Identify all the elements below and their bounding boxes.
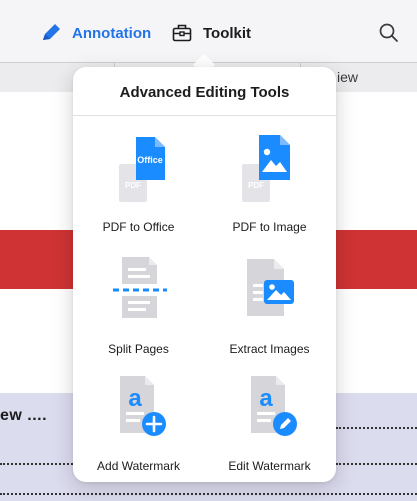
pdf-to-image-label: PDF to Image [232, 220, 307, 234]
split-pages-icon [113, 257, 167, 318]
search-button[interactable] [377, 21, 401, 45]
edit-watermark-button[interactable]: a Edit Watermark [204, 371, 335, 481]
pdf-to-image-button[interactable]: PDF PDF to Image [204, 132, 335, 242]
add-watermark-icon: a [120, 376, 166, 436]
annotation-label: Annotation [72, 24, 152, 42]
watermark-letter: a [259, 385, 273, 412]
add-watermark-label: Add Watermark [97, 459, 180, 473]
toolbox-icon [172, 24, 192, 42]
add-watermark-button[interactable]: a Add Watermark [73, 371, 204, 481]
toolkit-tab[interactable]: Toolkit [171, 20, 251, 46]
popover-divider [73, 115, 336, 116]
split-pages-button[interactable]: Split Pages [73, 254, 204, 364]
tab-partial-label[interactable]: iew [337, 69, 358, 85]
popover-title: Advanced Editing Tools [119, 84, 290, 101]
advanced-editing-tools-popover: Advanced Editing Tools PDF Office PDF to… [73, 67, 336, 482]
top-navigation-bar: Annotation Toolkit [0, 0, 417, 62]
dotted-leader [336, 427, 417, 429]
split-pages-label: Split Pages [108, 342, 169, 356]
edit-watermark-label: Edit Watermark [228, 459, 311, 473]
pdf-to-image-icon: PDF [242, 135, 290, 202]
office-badge-label: Office [137, 155, 163, 165]
annotation-tab[interactable]: Annotation [40, 20, 151, 46]
watermark-letter: a [128, 385, 142, 412]
extract-images-button[interactable]: Extract Images [204, 254, 335, 364]
pen-icon [43, 24, 60, 40]
dotted-leader [336, 463, 417, 465]
document-row-text: ew .... [0, 407, 48, 424]
dotted-leader [0, 493, 417, 495]
pdf-ghost-label: PDF [125, 181, 141, 190]
extract-images-label: Extract Images [229, 342, 310, 356]
pdf-to-office-button[interactable]: PDF Office PDF to Office [73, 132, 204, 242]
extract-images-icon [247, 259, 294, 316]
pdf-to-office-icon: PDF Office [119, 137, 165, 202]
dotted-leader [0, 463, 73, 465]
toolkit-label: Toolkit [203, 24, 252, 42]
pdf-to-office-label: PDF to Office [102, 220, 175, 234]
search-icon [379, 23, 398, 42]
pdf-ghost-label: PDF [248, 181, 264, 190]
edit-watermark-icon: a [251, 376, 297, 436]
